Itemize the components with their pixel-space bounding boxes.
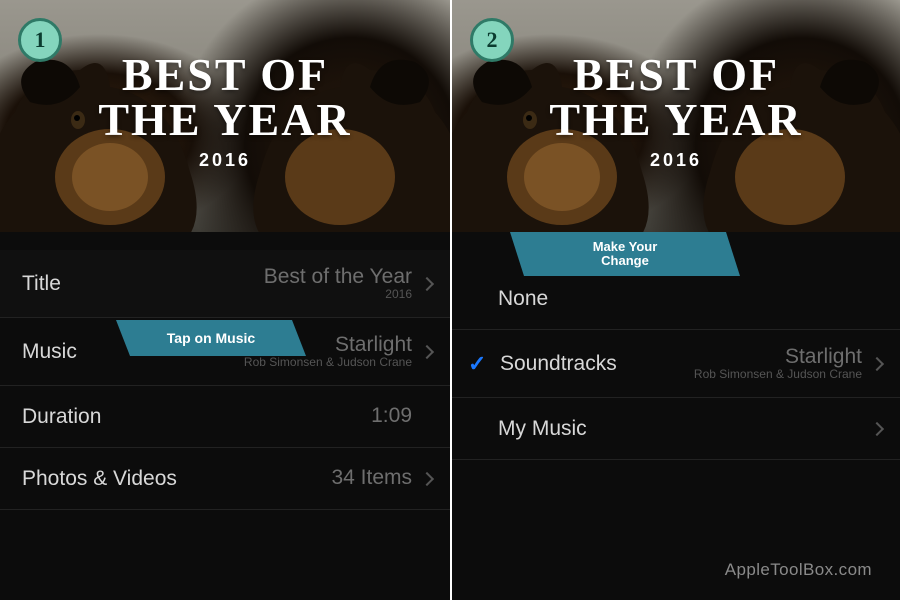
hero-title-line2: THE YEAR [0, 97, 450, 142]
hero-title-line1: BEST OF [0, 52, 450, 97]
row-title-subvalue: 2016 [61, 288, 412, 301]
row-duration-label: Duration [22, 405, 101, 429]
row-soundtracks-subvalue: Rob Simonsen & Judson Crane [617, 368, 862, 381]
row-none-label: None [498, 287, 548, 311]
chevron-right-icon [420, 344, 434, 358]
annotation-make-change: Make Your Change [510, 232, 740, 276]
settings-list: Title Best of the Year 2016 Music Starli… [0, 250, 450, 510]
row-photos-videos[interactable]: Photos & Videos 34 Items [0, 448, 450, 510]
row-music[interactable]: Music Starlight Rob Simonsen & Judson Cr… [0, 318, 450, 386]
chevron-right-icon [420, 276, 434, 290]
music-source-list: None ✓ Soundtracks Starlight Rob Simonse… [452, 268, 900, 460]
row-my-music-label: My Music [498, 417, 587, 441]
row-duration-value: 1:09 [101, 405, 412, 427]
row-my-music[interactable]: My Music [452, 398, 900, 460]
hero-year: 2016 [452, 150, 900, 171]
panel-step-1: BEST OF THE YEAR 2016 1 Title Best of th… [0, 0, 450, 600]
row-soundtracks[interactable]: ✓ Soundtracks Starlight Rob Simonsen & J… [452, 330, 900, 398]
hero-image: BEST OF THE YEAR 2016 1 [0, 0, 450, 232]
row-soundtracks-label: Soundtracks [500, 352, 617, 376]
hero-year: 2016 [0, 150, 450, 171]
row-photos-label: Photos & Videos [22, 467, 177, 491]
hero-title: BEST OF THE YEAR 2016 [452, 52, 900, 171]
hero-title-line2: THE YEAR [452, 97, 900, 142]
row-title-label: Title [22, 272, 61, 296]
step-badge-2: 2 [470, 18, 514, 62]
checkmark-icon: ✓ [468, 353, 494, 375]
row-title[interactable]: Title Best of the Year 2016 [0, 250, 450, 318]
row-title-value: Best of the Year [61, 266, 412, 288]
annotation-tap-on-music: Tap on Music [116, 320, 306, 356]
chevron-right-icon [870, 421, 884, 435]
hero-title: BEST OF THE YEAR 2016 [0, 52, 450, 171]
row-music-label: Music [22, 340, 77, 364]
row-none[interactable]: None [452, 268, 900, 330]
hero-image: BEST OF THE YEAR 2016 2 [452, 0, 900, 232]
chevron-right-icon [420, 471, 434, 485]
hero-title-line1: BEST OF [452, 52, 900, 97]
row-photos-value: 34 Items [177, 467, 412, 489]
chevron-right-icon [870, 356, 884, 370]
panel-step-2: BEST OF THE YEAR 2016 2 Make Your Change… [450, 0, 900, 600]
step-badge-1: 1 [18, 18, 62, 62]
row-duration[interactable]: Duration 1:09 [0, 386, 450, 448]
watermark: AppleToolBox.com [725, 560, 872, 580]
row-music-subvalue: Rob Simonsen & Judson Crane [77, 356, 412, 369]
row-soundtracks-value: Starlight [617, 346, 862, 368]
